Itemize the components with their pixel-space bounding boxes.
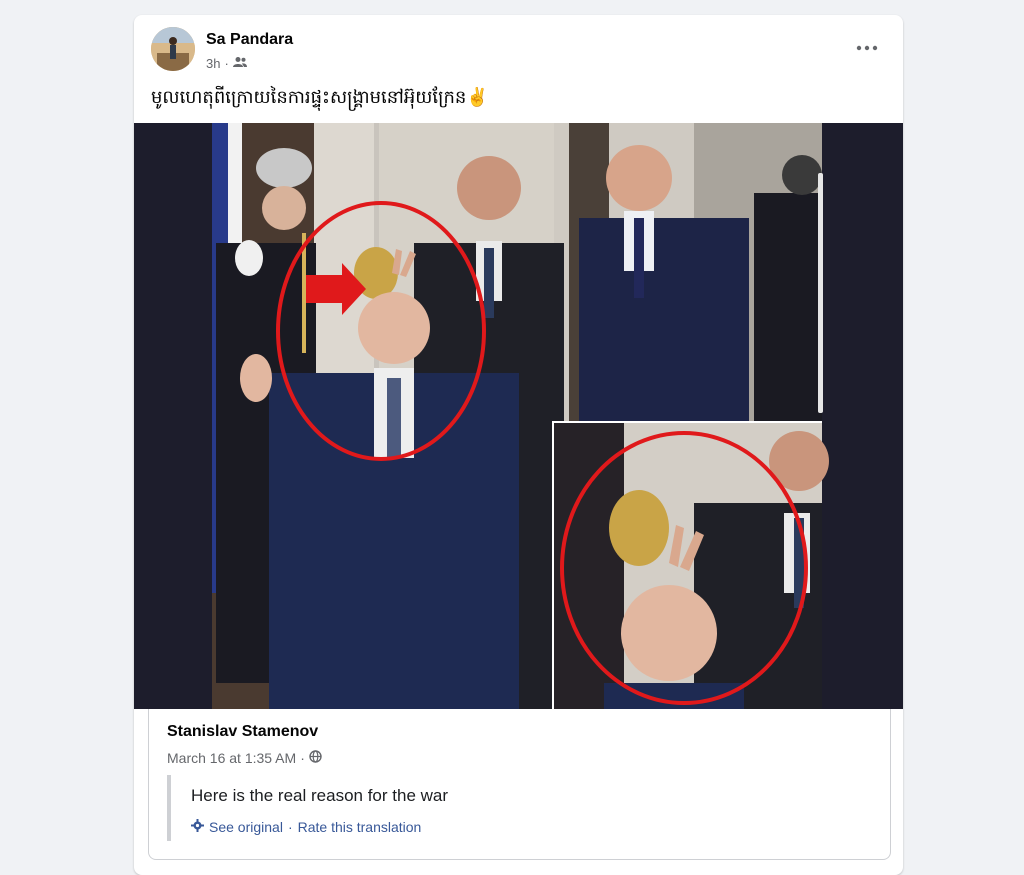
meta-separator: · <box>224 56 229 71</box>
post-meta: 3h · <box>206 56 247 71</box>
translation-separator: · <box>287 819 293 835</box>
post-card: Sa Pandara 3h · មូលហេតុពីក្រោយនៃការផ្ទុះ… <box>134 15 903 875</box>
globe-icon[interactable] <box>309 750 322 766</box>
shared-meta: March 16 at 1:35 AM · <box>167 750 322 766</box>
translation-row: See original · Rate this translation <box>191 819 421 835</box>
shared-post[interactable]: Stanislav Stamenov March 16 at 1:35 AM ·… <box>148 709 891 860</box>
post-author-name[interactable]: Sa Pandara <box>206 31 293 49</box>
post-time[interactable]: 3h <box>206 56 220 71</box>
see-original-link[interactable]: See original <box>209 819 283 835</box>
photo-image <box>134 123 903 709</box>
caption-text: មូលហេតុពីក្រោយនៃការផ្ទុះសង្គ្រាមនៅអ៊ុយក្… <box>151 87 467 107</box>
shared-text: Here is the real reason for the war <box>191 786 449 805</box>
quote-bar <box>167 775 171 841</box>
rate-translation-link[interactable]: Rate this translation <box>298 819 422 835</box>
avatar[interactable] <box>151 27 195 71</box>
more-options-icon[interactable] <box>853 37 881 59</box>
shared-author-name[interactable]: Stanislav Stamenov <box>167 723 318 741</box>
shared-meta-separator: · <box>300 750 305 766</box>
victory-hand-emoji: ✌ <box>466 87 489 107</box>
shared-date[interactable]: March 16 at 1:35 AM <box>167 750 296 766</box>
gear-icon <box>191 819 204 835</box>
post-caption: មូលហេតុពីក្រោយនៃការផ្ទុះសង្គ្រាមនៅអ៊ុយក្… <box>151 85 489 112</box>
friends-icon[interactable] <box>232 56 247 71</box>
post-photo[interactable] <box>134 123 903 709</box>
